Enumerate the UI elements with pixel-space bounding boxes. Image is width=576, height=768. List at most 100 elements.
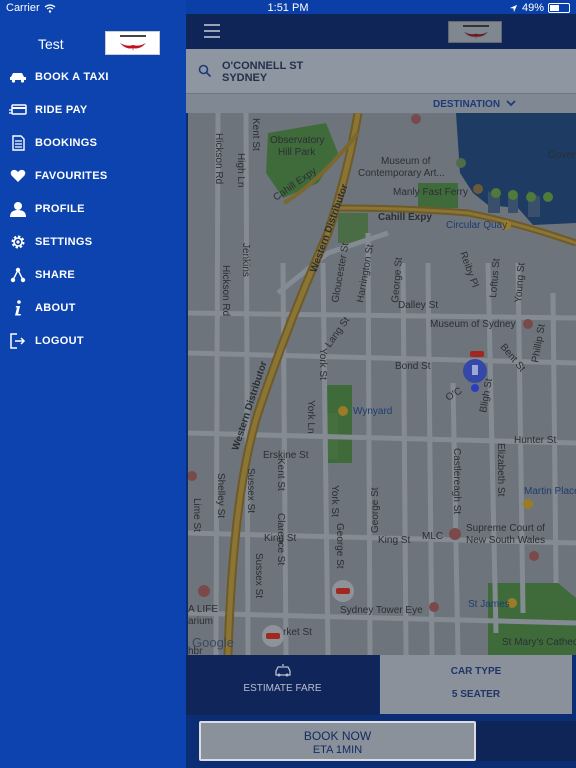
map-label: rket St: [283, 627, 312, 638]
menu-item-label: BOOKINGS: [35, 136, 98, 149]
map-label: Sussex St: [253, 553, 264, 598]
taxi-marker[interactable]: [332, 580, 354, 602]
brand-logo: [105, 31, 160, 55]
book-side-panel: [476, 721, 576, 761]
map-label: Wynyard: [353, 406, 392, 417]
card-icon: [9, 101, 27, 119]
menu-item-label: FAVOURITES: [35, 169, 108, 182]
map-label: Lime St: [191, 498, 202, 532]
map-label: Hunter St: [514, 435, 556, 446]
car-type-selector[interactable]: CAR TYPE 5 SEATER: [380, 655, 572, 714]
menu-item-label: SHARE: [35, 268, 76, 281]
menu-item-ride-pay[interactable]: RIDE PAY: [0, 93, 186, 126]
map-label: York St: [329, 485, 340, 517]
battery-percent: 49%: [521, 2, 544, 14]
battery-icon: [548, 3, 570, 13]
book-now-label: BOOK NOW: [303, 729, 372, 743]
heart-icon: [9, 167, 27, 185]
info-icon: [9, 299, 27, 317]
map-label: Contemporary Art...: [358, 168, 445, 179]
map-label: St James: [468, 599, 510, 610]
action-bar: ESTIMATE FARE CAR TYPE 5 SEATER: [186, 655, 576, 715]
menu-item-settings[interactable]: SETTINGS: [0, 225, 186, 258]
map-label: Bond St: [395, 361, 431, 372]
map-label: Kent St: [250, 118, 261, 151]
google-logo: Google: [192, 635, 234, 650]
map-label: Museum of Sydney: [430, 319, 516, 330]
map-label: Sussex St: [245, 468, 256, 513]
map-label: George St: [370, 487, 381, 533]
menu-item-label: SETTINGS: [35, 235, 93, 248]
destination-label: DESTINATION: [433, 99, 501, 110]
person-icon: [9, 200, 27, 218]
car-type-label: CAR TYPE: [450, 666, 502, 677]
pickup-street: O'CONNELL ST: [222, 60, 304, 72]
map-label: St Mary's Cathedr: [502, 637, 576, 648]
map-label: Sydney Tower Eye: [340, 605, 423, 616]
map-label: Shelley St: [215, 473, 226, 518]
map-label: King St: [264, 533, 296, 544]
menu-item-label: RIDE PAY: [35, 103, 88, 116]
menu-item-book-a-taxi[interactable]: BOOK A TAXI: [0, 60, 186, 93]
map-label: King St: [378, 535, 410, 546]
search-icon: [198, 64, 212, 78]
map-label: Museum of: [381, 156, 431, 167]
map-label: George St: [334, 523, 345, 569]
map-label: Hill Park: [278, 147, 316, 158]
map-label: A LIFE: [188, 604, 218, 615]
menu-item-share[interactable]: SHARE: [0, 258, 186, 291]
map-label: York St: [317, 348, 328, 380]
menu-item-about[interactable]: ABOUT: [0, 291, 186, 324]
car-icon: [275, 664, 291, 677]
map-label: Hickson Rd: [220, 265, 231, 316]
status-bar: Carrier 1:51 PM 49%: [0, 0, 576, 16]
document-icon: [9, 134, 27, 152]
map-label: Dalley St: [398, 300, 438, 311]
menu-item-label: PROFILE: [35, 202, 85, 215]
map-label: New South Wales: [466, 535, 545, 546]
map-label: Martin Place: [524, 486, 576, 497]
map-label: Gover: [548, 150, 576, 161]
map-label: Circular Quay: [446, 220, 507, 231]
map-label: Observatory: [270, 135, 324, 146]
logout-icon: [9, 332, 27, 350]
map-label: Hickson Rd: [213, 133, 224, 184]
map-label: arium: [188, 616, 213, 627]
taxi-icon: [9, 68, 27, 86]
menu-item-profile[interactable]: PROFILE: [0, 192, 186, 225]
estimate-fare-button[interactable]: ESTIMATE FARE: [186, 655, 379, 715]
estimate-fare-label: ESTIMATE FARE: [243, 683, 322, 694]
map-label: MLC: [422, 531, 443, 542]
location-arrow-icon: [509, 4, 518, 12]
chevron-down-icon: [506, 100, 516, 107]
map-label: York Ln: [305, 400, 316, 434]
map-label: Elizabeth St: [495, 443, 506, 497]
clock: 1:51 PM: [267, 2, 309, 14]
taxi-marker[interactable]: [262, 625, 284, 647]
top-bar: [186, 14, 576, 49]
map-label: Manly Fast Ferry: [393, 187, 468, 198]
book-now-button[interactable]: BOOK NOW ETA 1MIN: [199, 721, 476, 761]
taxi-marker[interactable]: [470, 351, 484, 357]
destination-toggle[interactable]: DESTINATION: [186, 93, 576, 113]
menu-item-label: ABOUT: [35, 301, 76, 314]
side-menu: Test BOOK A TAXI RIDE PAY BOOKINGS FAVOU…: [0, 0, 186, 768]
menu-item-label: LOGOUT: [35, 334, 84, 347]
map-label: Castlereagh St: [451, 448, 462, 514]
map-view[interactable]: Observatory Hill Park Cahill Expy Cahill…: [188, 113, 576, 655]
menu-item-label: BOOK A TAXI: [35, 70, 109, 83]
map-label: Cahill Expy: [378, 212, 432, 223]
pickup-address-field[interactable]: O'CONNELL ST SYDNEY: [186, 49, 576, 93]
gear-icon: [9, 233, 27, 251]
menu-item-bookings[interactable]: BOOKINGS: [0, 126, 186, 159]
map-label: Jenkins: [240, 243, 251, 277]
menu-item-logout[interactable]: LOGOUT: [0, 324, 186, 357]
pickup-city: SYDNEY: [222, 72, 268, 84]
car-type-value: 5 SEATER: [451, 689, 501, 700]
menu-item-favourites[interactable]: FAVOURITES: [0, 159, 186, 192]
hamburger-menu-icon[interactable]: [204, 24, 220, 38]
user-name: Test: [38, 36, 64, 52]
main-panel: O'CONNELL ST SYDNEY DESTINATION Observat…: [186, 14, 576, 768]
map-label: Kent St: [275, 458, 286, 491]
menu-list: BOOK A TAXI RIDE PAY BOOKINGS FAVOURITES…: [0, 60, 186, 357]
